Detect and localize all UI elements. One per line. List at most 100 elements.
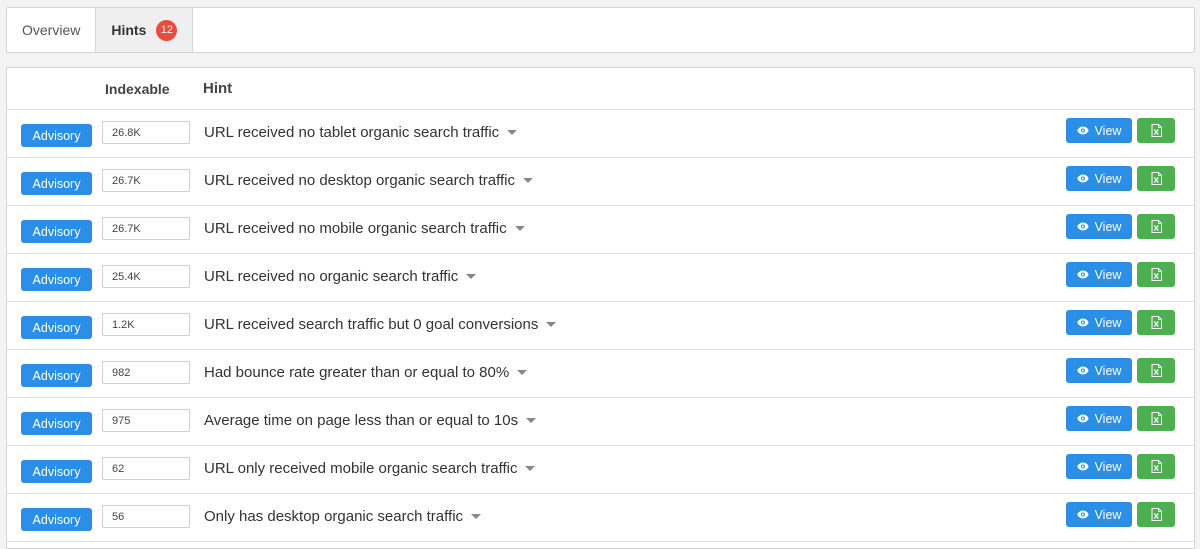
export-excel-button[interactable] (1137, 166, 1175, 191)
hint-label: Average time on page less than or equal … (204, 412, 519, 429)
priority-advisory-button[interactable]: Advisory (21, 172, 92, 195)
view-button[interactable]: View (1066, 214, 1132, 239)
table-row: Advisory 25.4K URL received no organic sea… (7, 254, 1194, 302)
view-label: View (1094, 219, 1122, 234)
caret-down-icon (507, 129, 518, 135)
export-excel-button[interactable] (1137, 310, 1175, 335)
hint-dropdown[interactable]: URL received no organic search traffic (204, 268, 477, 285)
view-label: View (1094, 363, 1122, 378)
priority-advisory-button[interactable]: Advisory (21, 220, 92, 243)
hint-label: URL received no organic search traffic (204, 268, 459, 285)
priority-advisory-button[interactable]: Advisory (21, 412, 92, 435)
table-row: Advisory 26.8K URL received no tablet orga… (7, 110, 1194, 158)
caret-down-icon (514, 225, 525, 231)
view-button[interactable]: View (1066, 406, 1132, 431)
table-row: Advisory 26.7K URL received no mobile orga… (7, 206, 1194, 254)
eye-icon (1076, 510, 1089, 519)
export-excel-button[interactable] (1137, 262, 1175, 287)
priority-advisory-button[interactable]: Advisory (21, 316, 92, 339)
excel-file-icon (1151, 172, 1162, 185)
indexable-count: 25.4K (102, 265, 190, 288)
hint-dropdown[interactable]: Only has desktop organic search traffic (204, 508, 482, 525)
header-hint[interactable]: Hint (203, 80, 232, 97)
hint-dropdown[interactable]: URL only received mobile organic search … (204, 460, 536, 477)
view-label: View (1094, 315, 1122, 330)
eye-icon (1076, 462, 1089, 471)
export-excel-button[interactable] (1137, 406, 1175, 431)
hint-label: URL received search traffic but 0 goal c… (204, 316, 539, 333)
view-label: View (1094, 411, 1122, 426)
excel-file-icon (1151, 364, 1162, 377)
priority-advisory-button[interactable]: Advisory (21, 268, 92, 291)
indexable-count: 26.7K (102, 169, 190, 192)
excel-file-icon (1151, 124, 1162, 137)
hint-label: URL only received mobile organic search … (204, 460, 518, 477)
view-button[interactable]: View (1066, 166, 1132, 191)
export-excel-button[interactable] (1137, 214, 1175, 239)
view-button[interactable]: View (1066, 262, 1132, 287)
caret-down-icon (471, 513, 482, 519)
view-label: View (1094, 459, 1122, 474)
table-row: Advisory 26.7K URL received no desktop org… (7, 158, 1194, 206)
excel-file-icon (1151, 460, 1162, 473)
eye-icon (1076, 126, 1089, 135)
hint-dropdown[interactable]: Had bounce rate greater than or equal to… (204, 364, 528, 381)
view-label: View (1094, 171, 1122, 186)
indexable-count: 62 (102, 457, 190, 480)
view-button[interactable]: View (1066, 502, 1132, 527)
eye-icon (1076, 222, 1089, 231)
view-button[interactable]: View (1066, 454, 1132, 479)
indexable-count: 1.2K (102, 313, 190, 336)
view-button[interactable]: View (1066, 118, 1132, 143)
hints-table: Indexable Hint Advisory 26.8K URL received… (6, 67, 1195, 549)
hint-dropdown[interactable]: URL received no desktop organic search t… (204, 172, 533, 189)
excel-file-icon (1151, 412, 1162, 425)
excel-file-icon (1151, 316, 1162, 329)
priority-advisory-button[interactable]: Advisory (21, 124, 92, 147)
tab-hints[interactable]: Hints 12 (96, 8, 194, 52)
eye-icon (1076, 174, 1089, 183)
hint-label: URL received no desktop organic search t… (204, 172, 515, 189)
indexable-count: 975 (102, 409, 190, 432)
table-row: Advisory 982 Had bounce rate greater than … (7, 350, 1194, 398)
caret-down-icon (466, 273, 477, 279)
indexable-count: 26.7K (102, 217, 190, 240)
hint-dropdown[interactable]: Average time on page less than or equal … (204, 412, 537, 429)
hint-dropdown[interactable]: URL received no tablet organic search tr… (204, 124, 518, 141)
export-excel-button[interactable] (1137, 118, 1175, 143)
priority-advisory-button[interactable]: Advisory (21, 364, 92, 387)
excel-file-icon (1151, 508, 1162, 521)
excel-file-icon (1151, 268, 1162, 281)
priority-advisory-button[interactable]: Advisory (21, 460, 92, 483)
hint-label: URL received no mobile organic search tr… (204, 220, 507, 237)
header-indexable[interactable]: Indexable (105, 81, 170, 97)
caret-down-icon (525, 465, 536, 471)
export-excel-button[interactable] (1137, 358, 1175, 383)
eye-icon (1076, 318, 1089, 327)
priority-advisory-button[interactable]: Advisory (21, 508, 92, 531)
hint-dropdown[interactable]: URL received no mobile organic search tr… (204, 220, 525, 237)
excel-file-icon (1151, 220, 1162, 233)
eye-icon (1076, 270, 1089, 279)
caret-down-icon (517, 369, 528, 375)
view-label: View (1094, 267, 1122, 282)
view-button[interactable]: View (1066, 310, 1132, 335)
caret-down-icon (523, 177, 533, 183)
tab-overview[interactable]: Overview (7, 8, 97, 52)
hints-count-badge: 12 (156, 19, 178, 41)
export-excel-button[interactable] (1137, 502, 1175, 527)
table-row: Advisory 56 Only has desktop organic searc… (7, 494, 1194, 542)
tab-overview-label: Overview (22, 22, 81, 38)
tab-hints-label: Hints (111, 22, 147, 38)
table-row: Advisory 62 URL only received mobile organ… (7, 446, 1194, 494)
hint-label: URL received no tablet organic search tr… (204, 124, 500, 141)
export-excel-button[interactable] (1137, 454, 1175, 479)
hint-label: Had bounce rate greater than or equal to… (204, 364, 510, 381)
hint-label: Only has desktop organic search traffic (204, 508, 464, 525)
hint-dropdown[interactable]: URL received search traffic but 0 goal c… (204, 316, 557, 333)
indexable-count: 56 (102, 505, 190, 528)
view-label: View (1094, 507, 1122, 522)
table-header: Indexable Hint (7, 68, 1194, 110)
eye-icon (1076, 414, 1089, 423)
view-button[interactable]: View (1066, 358, 1132, 383)
